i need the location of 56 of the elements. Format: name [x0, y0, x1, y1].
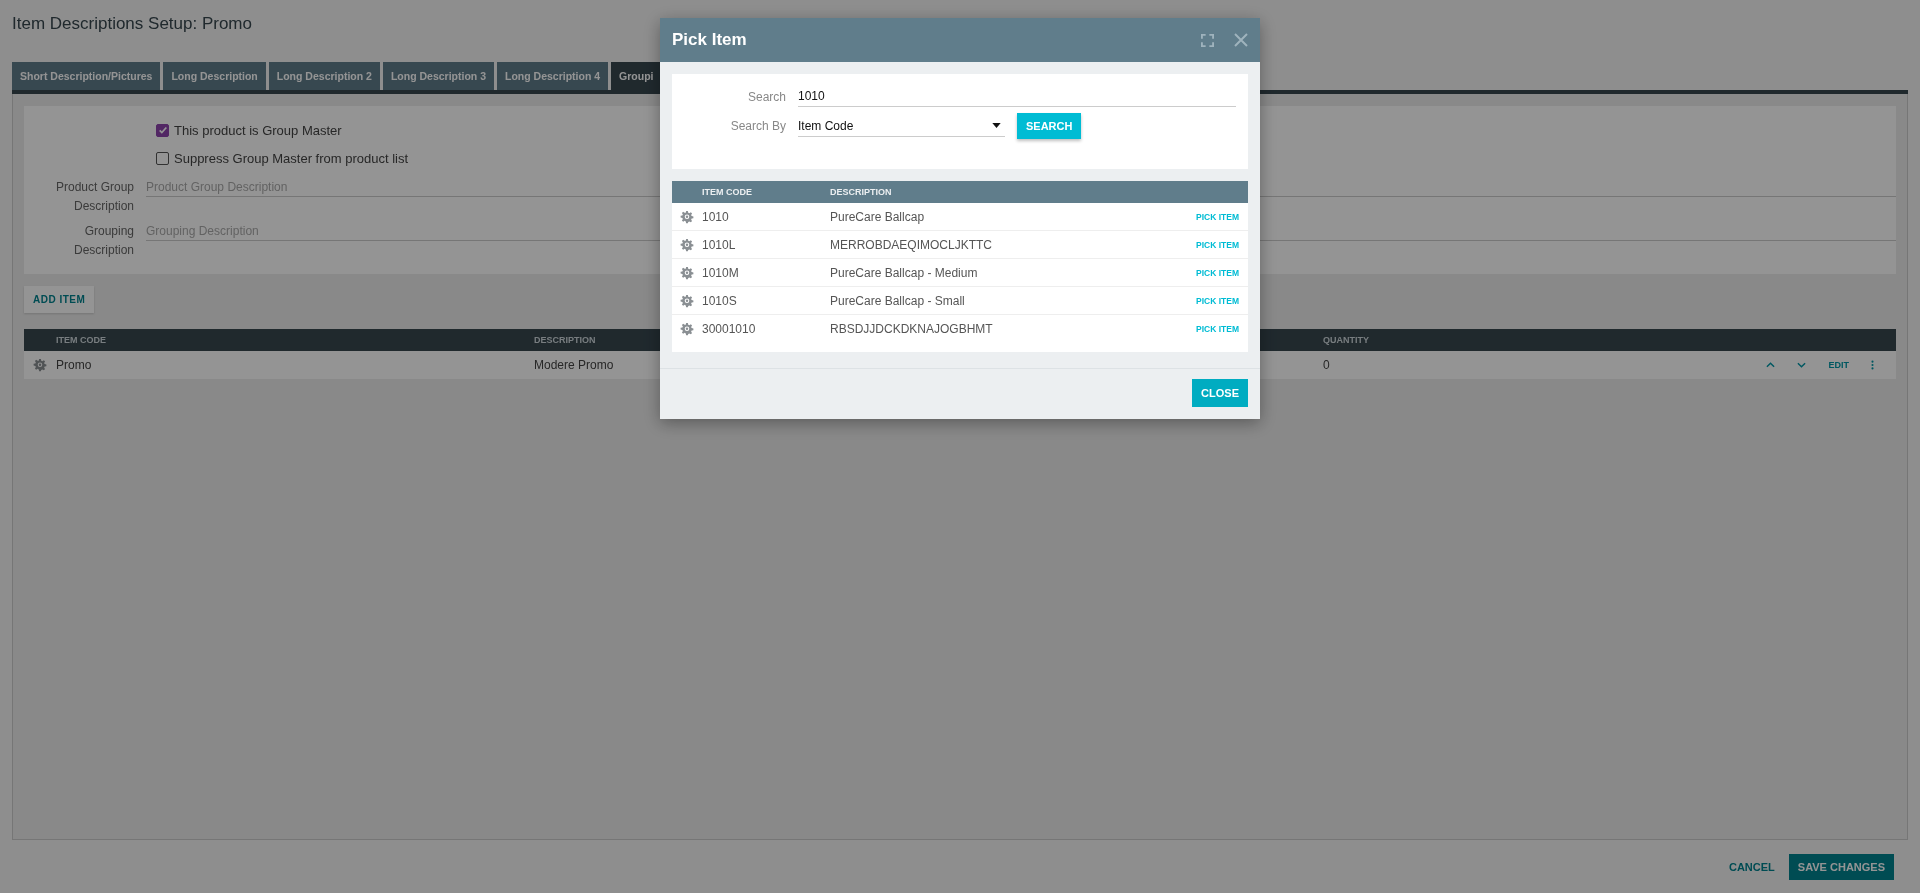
gear-icon[interactable] [680, 237, 694, 252]
maximize-icon[interactable] [1201, 33, 1214, 47]
table-cell-text: RBSDJJDCKDKNAJOGBHMT [830, 321, 994, 336]
cancel-button[interactable]: CANCEL [1728, 861, 1775, 873]
table-cell-text: PureCare Ballcap - Medium [830, 265, 979, 280]
field-label: Search By [729, 119, 786, 133]
pick-item-link[interactable]: PICK ITEM [1196, 295, 1248, 306]
tab[interactable]: Long Description [163, 62, 266, 90]
column-header: DESCRIPTION [830, 187, 893, 197]
caret-icon[interactable] [992, 123, 1001, 128]
field-label: Search [746, 89, 786, 104]
checkbox-label: Suppress Group Master from product list [174, 150, 409, 166]
pick-item-link[interactable]: PICK ITEM [1196, 211, 1248, 222]
tab[interactable]: Short Description/Pictures [12, 62, 161, 90]
checkbox[interactable] [156, 151, 169, 165]
page-title: Item Descriptions Setup: Promo [12, 14, 253, 34]
table-cell-text: 1010S [702, 293, 738, 308]
table-cell-text: PureCare Ballcap - Small [830, 293, 966, 308]
pick-item-link[interactable]: PICK ITEM [1196, 239, 1248, 250]
close-icon[interactable] [1234, 33, 1248, 47]
tab[interactable]: Groupi [611, 62, 662, 90]
search-by-dropdown[interactable]: Item Code [798, 115, 1005, 137]
field-label: Grouping Description [72, 223, 134, 259]
gear-icon[interactable] [680, 321, 694, 336]
dialog-title: Pick Item [672, 30, 747, 50]
gear-icon[interactable] [680, 265, 694, 280]
close-button[interactable]: CLOSE [1192, 379, 1248, 407]
table-cell-text: Modere Promo [534, 358, 615, 372]
tab[interactable]: Long Description 2 [268, 62, 380, 90]
column-header: DESCRIPTION [534, 335, 597, 345]
move-down-icon[interactable] [1797, 362, 1807, 368]
table-cell-text: 30001010 [702, 321, 757, 336]
more-icon[interactable] [1871, 360, 1874, 370]
field-label: Product Group Description [54, 179, 134, 215]
checkbox-label: This product is Group Master [174, 122, 342, 138]
table-cell-text: Promo [56, 358, 93, 372]
move-up-icon[interactable] [1766, 362, 1776, 368]
table-cell-text: 1010M [702, 265, 740, 280]
gear-icon[interactable] [33, 358, 47, 372]
pick-item-link[interactable]: PICK ITEM [1196, 323, 1248, 334]
table-cell-text: 0 [1323, 358, 1331, 372]
gear-icon[interactable] [680, 293, 694, 308]
table-cell-text: PureCare Ballcap [830, 209, 926, 224]
column-header: ITEM CODE [702, 187, 753, 197]
table-cell-text: 1010 [702, 209, 730, 224]
tab[interactable]: Long Description 3 [382, 62, 494, 90]
edit-link[interactable]: EDIT [1828, 360, 1849, 370]
gear-icon[interactable] [680, 209, 694, 224]
column-header: QUANTITY [1323, 335, 1370, 345]
add-item-button[interactable]: ADD ITEM [24, 286, 95, 313]
column-header: ITEM CODE [56, 335, 107, 345]
checkbox[interactable] [156, 123, 169, 137]
search-button[interactable]: SEARCH [1017, 113, 1082, 139]
tab[interactable]: Long Description 4 [497, 62, 609, 90]
save-changes-button[interactable]: SAVE CHANGES [1788, 854, 1894, 880]
pick-item-link[interactable]: PICK ITEM [1196, 267, 1248, 278]
